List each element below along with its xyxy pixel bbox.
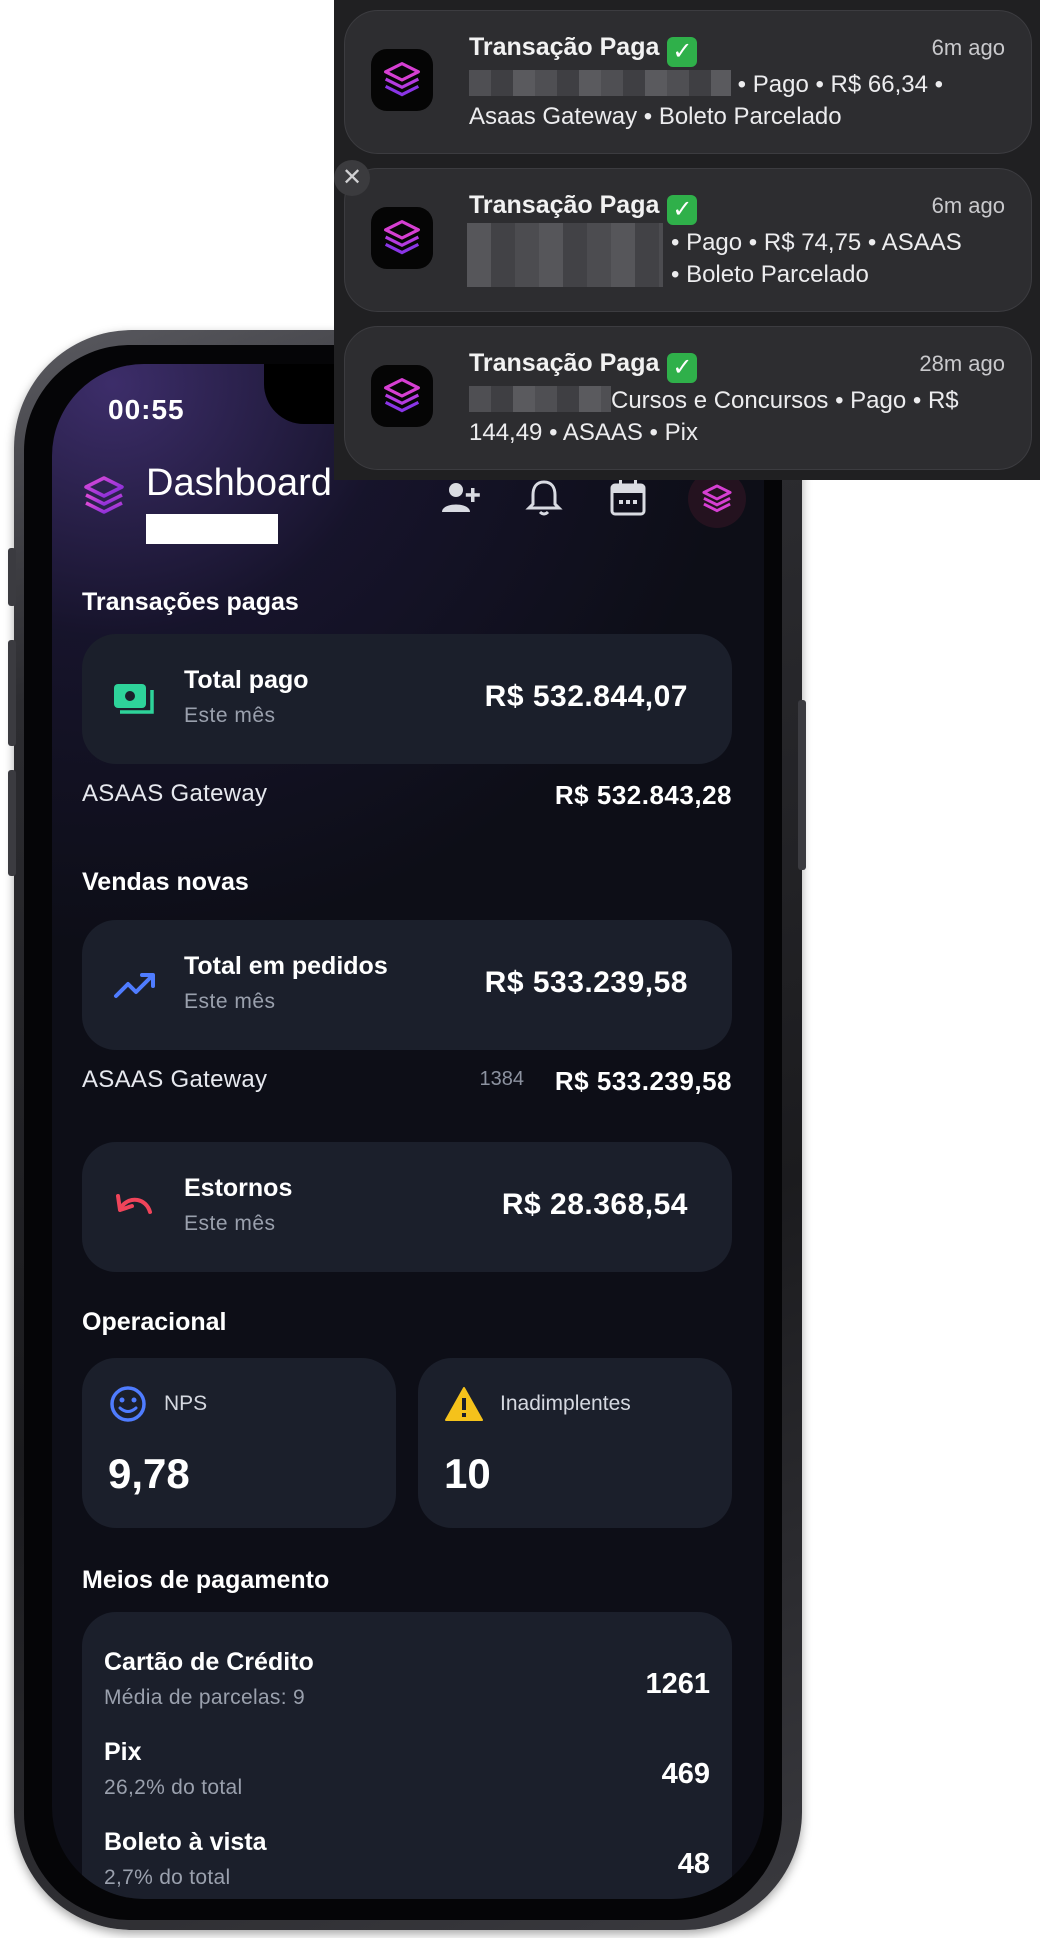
payment-method-pix[interactable]: Pix 26,2% do total 469 — [104, 1738, 710, 1808]
section-title-payment-methods: Meios de pagamento — [82, 1566, 330, 1594]
notification-line2: 144,49 • ASAAS • Pix — [469, 419, 698, 446]
section-title-operational: Operacional — [82, 1308, 227, 1336]
payment-method-detail: 2,7% do total — [104, 1866, 231, 1889]
section-title-paid: Transações pagas — [82, 588, 299, 616]
notification-card[interactable]: Transação Paga ✓ 6m ago • Pago • R$ 74,75… — [344, 168, 1032, 312]
payment-method-boleto[interactable]: Boleto à vista 2,7% do total 48 — [104, 1828, 710, 1898]
bell-icon[interactable] — [522, 476, 566, 520]
nps-value: 9,78 — [108, 1450, 190, 1497]
page-title: Dashboard — [146, 462, 332, 504]
notification-app-icon — [371, 207, 433, 269]
check-mark-icon: ✓ — [667, 195, 698, 225]
sales-gateway-row: ASAAS Gateway 1384 R$ 533.239,58 — [82, 1066, 732, 1106]
check-mark-icon: ✓ — [667, 353, 698, 383]
payment-method-name: Cartão de Crédito — [104, 1648, 314, 1676]
phone-volume-up — [8, 640, 16, 746]
avatar-logo-icon — [702, 484, 732, 513]
redacted-name — [469, 386, 611, 412]
app-logo-icon — [384, 62, 420, 97]
section-title-new-sales: Vendas novas — [82, 868, 249, 896]
total-orders-value: R$ 533.239,58 — [484, 966, 688, 999]
notification-time: 6m ago — [931, 193, 1005, 218]
payment-method-count: 1261 — [645, 1668, 710, 1700]
notification-title-text: Transação Paga — [469, 349, 660, 377]
notification-line1: • Pago • R$ 74,75 • ASAAS — [671, 229, 962, 256]
total-orders-label: Total em pedidos — [184, 952, 388, 980]
notification-line2: • Boleto Parcelado — [671, 261, 869, 288]
app-logo-icon — [84, 476, 124, 514]
undo-icon — [116, 1194, 152, 1214]
sales-gateway-count: 1384 — [479, 1068, 525, 1090]
redacted-name — [467, 223, 663, 287]
notification-title-text: Transação Paga — [469, 33, 660, 61]
phone-power-button — [798, 700, 806, 870]
payment-method-name: Boleto à vista — [104, 1828, 267, 1856]
calendar-icon[interactable] — [606, 476, 650, 520]
defaulters-value: 10 — [444, 1450, 491, 1497]
app-screen: 00:55 Dashboard Transações pagas Total p… — [52, 364, 764, 1899]
notification-stack: Transação Paga ✓ 6m ago • Pago • R$ 66,34… — [334, 0, 1040, 480]
redacted-subtitle — [146, 514, 278, 544]
cash-icon — [114, 684, 154, 714]
payment-method-detail: 26,2% do total — [104, 1776, 243, 1799]
nps-card[interactable]: NPS 9,78 — [82, 1358, 396, 1528]
app-logo-icon — [384, 220, 420, 255]
notification-title-text: Transação Paga — [469, 191, 660, 219]
check-mark-icon: ✓ — [667, 37, 698, 67]
sales-gateway-label: ASAAS Gateway — [82, 1066, 268, 1093]
nps-label: NPS — [164, 1392, 208, 1415]
warning-icon — [445, 1387, 483, 1421]
payment-methods-card: Cartão de Crédito Média de parcelas: 9 1… — [82, 1612, 732, 1899]
notification-card[interactable]: Transação Paga ✓ 28m ago Cursos e Concurs… — [344, 326, 1032, 470]
payment-method-credit-card[interactable]: Cartão de Crédito Média de parcelas: 9 1… — [104, 1648, 710, 1718]
total-orders-period: Este mês — [184, 990, 276, 1013]
total-paid-value: R$ 532.844,07 — [484, 680, 688, 713]
notification-line2: Asaas Gateway • Boleto Parcelado — [469, 103, 842, 130]
paid-gateway-row: ASAAS Gateway R$ 532.843,28 — [82, 780, 732, 820]
notification-body: Cursos e Concursos • Pago • R$ 144,49 • … — [469, 385, 1009, 449]
paid-gateway-label: ASAAS Gateway — [82, 780, 268, 807]
phone-mute-switch — [8, 548, 16, 606]
refunds-value: R$ 28.368,54 — [501, 1188, 688, 1221]
phone-volume-down — [8, 770, 16, 876]
notification-line1: • Pago • R$ 66,34 • — [737, 71, 944, 98]
notification-body: • Pago • R$ 66,34 • Asaas Gateway • Bole… — [469, 69, 1009, 133]
refunds-label: Estornos — [184, 1174, 293, 1202]
add-user-icon[interactable] — [438, 476, 482, 520]
notification-title: Transação Paga ✓ — [469, 33, 698, 67]
notification-app-icon — [371, 49, 433, 111]
total-paid-label: Total pago — [184, 666, 309, 694]
status-time: 00:55 — [108, 394, 185, 425]
payment-method-count: 48 — [677, 1848, 710, 1880]
smile-icon — [110, 1386, 146, 1422]
payment-method-detail: Média de parcelas: 9 — [104, 1686, 305, 1709]
trend-up-icon — [114, 973, 155, 998]
app-logo-icon — [384, 378, 420, 413]
notification-time: 28m ago — [919, 351, 1005, 376]
notification-card[interactable]: Transação Paga ✓ 6m ago • Pago • R$ 66,34… — [344, 10, 1032, 154]
total-paid-period: Este mês — [184, 704, 276, 727]
payment-method-name: Pix — [104, 1738, 142, 1766]
notification-line1: Cursos e Concursos • Pago • R$ — [611, 387, 959, 414]
paid-gateway-value: R$ 532.843,28 — [554, 780, 732, 810]
total-paid-card[interactable]: Total pago Este mês R$ 532.844,07 — [82, 634, 732, 764]
total-orders-card[interactable]: Total em pedidos Este mês R$ 533.239,58 — [82, 920, 732, 1050]
notification-title: Transação Paga ✓ — [469, 191, 698, 225]
refunds-card[interactable]: Estornos Este mês R$ 28.368,54 — [82, 1142, 732, 1272]
close-notification-button[interactable]: ✕ — [334, 160, 370, 196]
defaulters-card[interactable]: Inadimplentes 10 — [418, 1358, 732, 1528]
notification-title: Transação Paga ✓ — [469, 349, 698, 383]
payment-method-count: 469 — [661, 1758, 710, 1790]
sales-gateway-value: R$ 533.239,58 — [554, 1066, 732, 1096]
defaulters-label: Inadimplentes — [500, 1392, 631, 1415]
notification-app-icon — [371, 365, 433, 427]
notification-time: 6m ago — [931, 35, 1005, 60]
refunds-period: Este mês — [184, 1212, 276, 1235]
redacted-name — [469, 70, 731, 96]
notification-body: • Pago • R$ 74,75 • ASAAS • Boleto Parce… — [671, 227, 1011, 291]
